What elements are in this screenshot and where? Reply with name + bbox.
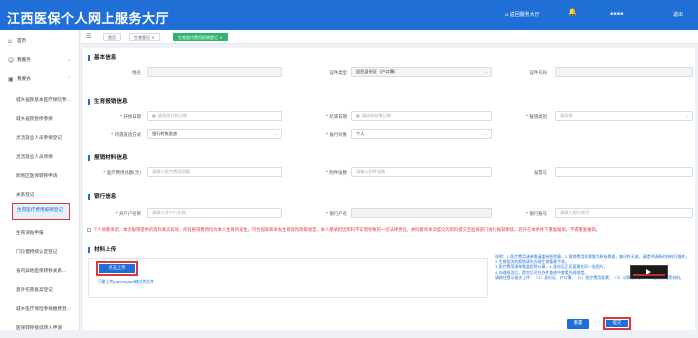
account-name-field — [351, 208, 492, 218]
total-amount-label: * 医疗费用总额(元) — [103, 171, 141, 176]
upload-hint: 只能上传jpg/png/pdf格式的文件 — [98, 279, 154, 284]
sidebar-item-birth-claim[interactable]: 生育医疗费用报销登记 — [12, 203, 70, 220]
commitment-notice[interactable]: 个人郑重承诺：本次报销提供的资料真实有效，所有报销费用均为本人生育所发生，符合国… — [87, 227, 693, 233]
chevron-up-icon: ⌃ — [67, 77, 71, 82]
home-icon: ⌂ — [8, 38, 12, 45]
sidebar-item-home[interactable]: ⌂ 首页 — [0, 32, 80, 51]
sidebar-item[interactable]: 灵活就业人员参保登记 — [0, 129, 80, 148]
tab-home[interactable]: 首页 — [103, 33, 121, 41]
reset-button[interactable]: 重置 — [567, 319, 589, 329]
pay-target-label: * 报付对象 — [325, 133, 347, 138]
calendar-icon: ▦ — [152, 113, 156, 118]
end-date-picker[interactable]: ▦ 请选择结束日期 — [351, 111, 492, 121]
section-upload-title: 材料上传 — [88, 247, 116, 253]
site-logo: 江西医保个人网上服务大厅 — [7, 12, 170, 27]
name-field — [147, 67, 282, 77]
submit-button[interactable]: 提交 — [603, 317, 631, 330]
pay-method-label: * 待遇发放方式 — [111, 133, 141, 138]
end-date-label: * 结束日期 — [325, 115, 347, 120]
account-no-input[interactable]: 请输入银行账号 — [555, 208, 693, 218]
idtype-select: 居民身份证（户口簿） ⌄ — [351, 67, 492, 77]
sidebar-item-my-service[interactable]: ☺ 我服务 ⌄ — [0, 51, 80, 70]
top-header: 江西医保个人网上服务大厅 ⌂ 返回服务大厅 🔔 👤 ▪▪▪▪ 退出 — [0, 0, 698, 30]
sidebar-item[interactable]: 城乡医疗保险参保缴费登... — [0, 300, 80, 319]
section-basic-title: 基本信息 — [88, 55, 116, 61]
start-date-label: * 开始日期 — [119, 115, 141, 120]
invoice-input[interactable] — [555, 167, 693, 177]
calendar-icon: ▦ — [356, 113, 360, 118]
bank-holder-label: * 开户户名称 — [115, 212, 141, 217]
folder-icon: ▣ — [8, 76, 14, 83]
sidebar: ⌂ 首页 ☺ 我服务 ⌄ ▣ 我要办 ⌃ 城乡居民基本医疗保险参... 城乡居民暂停参保 … — [0, 30, 80, 331]
idno-field — [555, 67, 693, 77]
section-bank-title: 银行信息 — [88, 194, 116, 200]
chevron-down-icon: ⌄ — [484, 69, 488, 74]
start-date-picker[interactable]: ▦ 请选择开始日期 — [147, 111, 282, 121]
user-name: ▪▪▪▪ — [610, 11, 624, 17]
sidebar-item[interactable]: 城乡居民暂停参保 — [0, 110, 80, 129]
chevron-down-icon: ⌄ — [274, 131, 278, 136]
account-no-label: * 银行账号 — [525, 212, 547, 217]
instructions: 说明：1.医疗费用清单需请盖有医院章，2.报销费用发票需为原始票据，复印件无效，… — [495, 254, 690, 280]
chevron-down-icon: ⌄ — [685, 113, 689, 118]
idtype-label: 证件类型 — [329, 71, 347, 76]
name-label: 姓名 — [132, 71, 141, 76]
pay-target-select[interactable]: 个人 ⌄ — [351, 129, 492, 139]
bell-icon[interactable]: 🔔 — [568, 8, 577, 16]
account-name-label: * 银行户名 — [325, 212, 347, 217]
idno-label: 证件号码 — [529, 71, 547, 76]
sidebar-item[interactable]: 意外伤害备案登记 — [0, 281, 80, 300]
user-icon[interactable]: 👤 — [593, 8, 602, 16]
sidebar-item[interactable]: 跨地区医保转移申请 — [0, 167, 80, 186]
sidebar-item[interactable]: 医保转移接续转入申请 — [0, 319, 80, 338]
chevron-down-icon: ⌄ — [484, 131, 488, 136]
attach-count-input[interactable]: 请输入附件张数 — [351, 167, 492, 177]
menu-toggle-icon[interactable]: ☰ — [86, 33, 91, 40]
sidebar-item[interactable]: 生育津贴申报 — [0, 224, 80, 243]
attach-count-label: * 附件张数 — [325, 171, 347, 176]
sidebar-item[interactable]: 城乡居民基本医疗保险参... — [0, 91, 80, 110]
sidebar-item-my-handle[interactable]: ▣ 我要办 ⌃ — [0, 70, 80, 89]
user-icon: ☺ — [8, 57, 15, 64]
chevron-down-icon: ⌄ — [67, 58, 71, 63]
invoice-label: 发票号 — [533, 171, 547, 176]
sidebar-item[interactable]: 门诊慢特病认定登记 — [0, 243, 80, 262]
upload-area — [88, 258, 488, 298]
section-material-title: 报销材料信息 — [88, 155, 128, 161]
claim-type-label: * 报销类别 — [525, 115, 547, 120]
upload-button[interactable]: 点击上传 — [96, 261, 138, 276]
tutorial-video[interactable] — [630, 265, 668, 279]
bank-holder-input[interactable]: 请输入开户行名称 — [147, 208, 282, 218]
tab-birth-reg[interactable]: 生育登记 × — [129, 33, 160, 41]
service-hall-link[interactable]: ⌂ 返回服务大厅 — [505, 11, 540, 18]
logout-button[interactable]: 退出 — [673, 11, 683, 18]
pay-method-select[interactable]: 银行转账发放 ⌄ — [147, 129, 282, 139]
agree-checkbox[interactable] — [87, 227, 91, 232]
tab-bar: ☰ 首页 生育登记 × 生育医疗费用报销登记 × — [81, 30, 698, 44]
claim-type-select[interactable]: 请选择 ⌄ — [555, 111, 693, 121]
tab-birth-claim[interactable]: 生育医疗费用报销登记 × — [173, 33, 228, 41]
section-birth-title: 生育报销信息 — [88, 99, 128, 105]
sidebar-item[interactable]: 省内异地医保转移关系... — [0, 262, 80, 281]
total-amount-input[interactable]: 请输入医疗费用总额 — [147, 167, 282, 177]
sidebar-item[interactable]: 灵活就业人员停保 — [0, 148, 80, 167]
